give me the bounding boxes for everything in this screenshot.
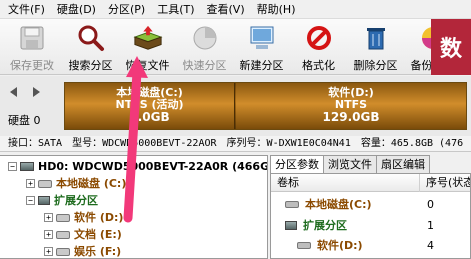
table-row[interactable]: 软件(D:) 4 xyxy=(271,236,470,255)
tree-e-drive[interactable]: + 文档 (E:) xyxy=(44,227,122,242)
collapse-icon[interactable]: − xyxy=(26,196,35,205)
partition-c-size: 0.0GB xyxy=(129,110,170,124)
capacity-info: 容量：465.8GB (476 xyxy=(360,138,464,149)
menu-disk[interactable]: 硬盘(D) xyxy=(51,0,102,19)
expand-icon[interactable]: + xyxy=(44,247,53,256)
disk-info-bar: 接口：SATA 型号：WDCWD5000BEVT-22AOR 序列号：W-DXW… xyxy=(0,136,471,152)
tree-extended[interactable]: − 扩展分区 xyxy=(26,193,98,208)
quick-partition-icon xyxy=(190,23,220,53)
save-icon xyxy=(17,23,47,53)
delete-partition-button[interactable]: 删除分区 xyxy=(347,19,404,75)
expand-icon[interactable]: + xyxy=(44,213,53,222)
menu-tools[interactable]: 工具(T) xyxy=(151,0,200,19)
interface-info: 接口：SATA xyxy=(8,138,63,149)
disk-map: 硬盘 0 本地磁盘(C:) NTFS (活动) 0.0GB 软件(D:) NTF… xyxy=(0,76,471,136)
partition-d[interactable]: 软件(D:) NTFS 129.0GB xyxy=(236,83,466,129)
col-index-header[interactable]: 序号(状态) xyxy=(419,174,470,192)
partition-c[interactable]: 本地磁盘(C:) NTFS (活动) 0.0GB xyxy=(65,83,235,129)
serial-info: 序列号：W-DXW1E0C04N41 xyxy=(226,138,351,149)
format-icon xyxy=(304,23,334,53)
new-partition-button[interactable]: 新建分区 xyxy=(233,19,290,75)
volume-icon xyxy=(297,242,311,249)
volume-icon xyxy=(38,179,52,188)
hard-disk-icon xyxy=(20,162,34,171)
format-button[interactable]: 格式化 xyxy=(290,19,347,75)
disk-label: 硬盘 0 xyxy=(8,114,41,127)
tree-c-drive[interactable]: + 本地磁盘 (C:) xyxy=(26,176,126,191)
volume-icon xyxy=(285,201,299,208)
menu-view[interactable]: 查看(V) xyxy=(201,0,251,19)
collapse-icon[interactable]: − xyxy=(8,162,17,171)
detail-tabs: 分区参数 浏览文件 扇区编辑 xyxy=(270,155,430,173)
expand-icon[interactable]: + xyxy=(26,179,35,188)
menu-file[interactable]: 文件(F) xyxy=(2,0,51,19)
tree-disk[interactable]: − HD0: WDCWD5000BEVT-22A0R (466GB) xyxy=(8,159,267,174)
tree-d-drive[interactable]: + 软件 (D:) xyxy=(44,210,123,225)
volume-icon xyxy=(56,213,70,222)
recover-files-button[interactable]: 恢复文件 xyxy=(119,19,176,75)
table-row[interactable]: 本地磁盘(C:) 0 xyxy=(271,195,470,214)
tree-f-drive[interactable]: + 娱乐 (F:) xyxy=(44,244,121,258)
model-info: 型号：WDCWD5000BEVT-22AOR xyxy=(72,138,217,149)
volume-icon xyxy=(56,247,70,256)
tab-browse-files[interactable]: 浏览文件 xyxy=(323,155,377,173)
menu-bar: 文件(F) 硬盘(D) 分区(P) 工具(T) 查看(V) 帮助(H) xyxy=(0,0,471,19)
table-row[interactable]: 扩展分区 1 xyxy=(271,216,470,235)
new-partition-icon xyxy=(247,23,277,53)
detail-panel: 分区参数 浏览文件 扇区编辑 卷标 序号(状态) 本地磁盘(C:) 0 扩展分区… xyxy=(270,155,471,259)
partition-table: 卷标 序号(状态) 本地磁盘(C:) 0 扩展分区 1 软件(D:) 4 xyxy=(270,173,471,259)
partition-bar: 本地磁盘(C:) NTFS (活动) 0.0GB 软件(D:) NTFS 129… xyxy=(64,82,467,130)
col-label-header[interactable]: 卷标 xyxy=(277,174,299,192)
nav-arrow-icon xyxy=(10,87,40,97)
search-icon xyxy=(76,23,106,53)
menu-partition[interactable]: 分区(P) xyxy=(102,0,151,19)
extended-partition-icon xyxy=(38,196,50,205)
disk-nav-arrows[interactable] xyxy=(8,86,42,102)
extended-partition-icon xyxy=(285,221,297,230)
save-changes-button[interactable]: 保存更改 xyxy=(2,19,62,75)
search-partition-button[interactable]: 搜索分区 xyxy=(62,19,119,75)
recover-files-icon xyxy=(132,23,163,53)
quick-partition-button[interactable]: 快速分区 xyxy=(176,19,233,75)
toolbar: 保存更改 搜索分区 恢复文件 快速分区 新建分区 格式化 删除分区 数 xyxy=(0,19,471,75)
disk-tree: − HD0: WDCWD5000BEVT-22A0R (466GB) + 本地磁… xyxy=(0,155,268,259)
partition-d-size: 129.0GB xyxy=(322,110,380,124)
tab-sector-edit[interactable]: 扇区编辑 xyxy=(376,155,430,173)
table-header: 卷标 序号(状态) xyxy=(271,174,470,192)
volume-icon xyxy=(56,230,70,239)
tab-partition-params[interactable]: 分区参数 xyxy=(270,155,324,173)
delete-partition-icon xyxy=(361,23,391,53)
menu-help[interactable]: 帮助(H) xyxy=(251,0,302,19)
app-logo: 数 xyxy=(431,19,471,75)
expand-icon[interactable]: + xyxy=(44,230,53,239)
